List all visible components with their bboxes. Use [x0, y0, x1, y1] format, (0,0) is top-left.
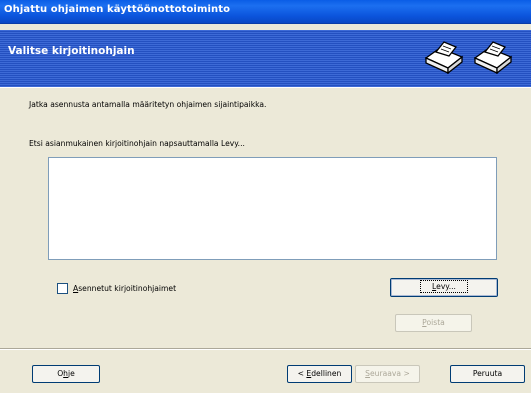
header-divider	[0, 87, 531, 88]
cancel-button[interactable]: Peruuta	[450, 365, 525, 383]
window-title: Ohjattu ohjaimen käyttöönottotoiminto	[4, 4, 231, 15]
installed-drivers-label[interactable]: Asennetut kirjoitinohjaimet	[73, 284, 176, 293]
page-title: Valitse kirjoitinohjain	[8, 45, 135, 57]
wizard-header: Valitse kirjoitinohjain	[0, 30, 531, 87]
next-button[interactable]: Seuraava >	[355, 365, 420, 383]
instruction-text: Etsi asianmukainen kirjoitinohjain napsa…	[29, 139, 245, 148]
help-button[interactable]: Ohje	[32, 365, 100, 383]
installed-drivers-checkbox[interactable]	[57, 283, 68, 294]
title-bar[interactable]: Ohjattu ohjaimen käyttöönottotoiminto	[0, 0, 531, 24]
intro-text: Jatka asennusta antamalla määritetyn ohj…	[29, 100, 267, 109]
driver-list[interactable]	[48, 157, 497, 260]
poista-button[interactable]: Poista	[395, 314, 472, 332]
footer-divider	[0, 348, 531, 350]
back-button[interactable]: < Edellinen	[287, 365, 352, 383]
printer-icon	[473, 41, 513, 74]
printer-icon	[424, 41, 464, 74]
levy-button[interactable]: Levy...	[390, 278, 498, 297]
